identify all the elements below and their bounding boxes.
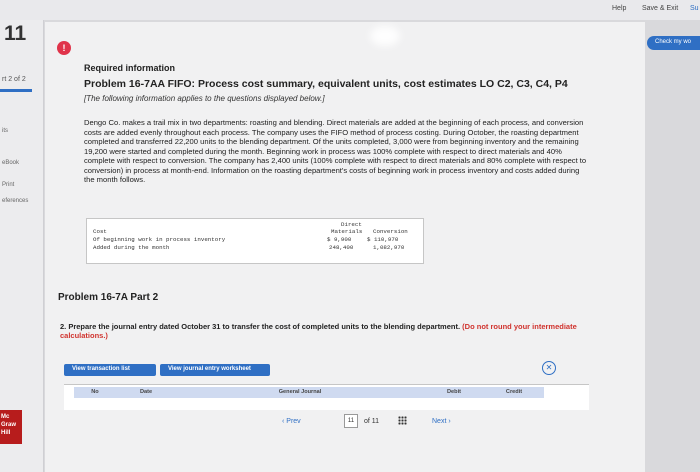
rail-references[interactable]: eferences <box>2 198 28 204</box>
journal-header-debit: Debit <box>424 387 484 398</box>
problem-title: Problem 16-7AA FIFO: Process cost summar… <box>84 78 568 90</box>
check-my-work-button[interactable]: Check my wo <box>647 36 700 50</box>
journal-header-credit: Credit <box>484 387 544 398</box>
cost-table: Cost Direct Materials Conversion Of begi… <box>86 218 424 264</box>
grid-icon[interactable] <box>398 416 407 425</box>
table-cell-conv: $ 110,970 <box>367 236 399 243</box>
next-label: Next <box>432 418 447 425</box>
table-cell-dm: 248,400 <box>329 244 354 251</box>
dm-header-2: Materials <box>331 228 363 235</box>
problem-note: [The following information applies to th… <box>84 94 325 103</box>
submit-link[interactable]: Su <box>690 5 699 12</box>
save-exit-link[interactable]: Save & Exit <box>642 5 678 12</box>
part-title: Problem 16-7A Part 2 <box>58 292 159 303</box>
table-cell-dm: $ 9,900 <box>327 236 352 243</box>
part-progress-bar <box>0 89 32 92</box>
journal-header-date: Date <box>116 387 176 398</box>
next-button[interactable]: Next › <box>432 418 451 425</box>
rail-ebook[interactable]: eBook <box>2 160 19 166</box>
rail-print[interactable]: Print <box>2 182 14 188</box>
instruction-main: 2. Prepare the journal entry dated Octob… <box>60 322 461 331</box>
instruction-text: 2. Prepare the journal entry dated Octob… <box>60 322 600 340</box>
prev-label: Prev <box>286 418 301 425</box>
table-row-label: Added during the month <box>93 244 170 251</box>
help-link[interactable]: Help <box>612 5 626 12</box>
view-journal-worksheet-button[interactable]: View journal entry worksheet <box>160 364 270 376</box>
screen-glare <box>370 26 400 46</box>
top-bar: Help Save & Exit Su <box>0 0 700 20</box>
left-rail <box>0 20 44 472</box>
cost-header: Cost <box>93 228 107 235</box>
table-cell-conv: 1,082,970 <box>373 244 405 251</box>
journal-header-general-journal: General Journal <box>176 387 424 398</box>
problem-body: Dengo Co. makes a trail mix in two depar… <box>84 118 587 184</box>
brand-logo: Mc Graw Hill <box>0 410 22 444</box>
prev-button[interactable]: ‹ Prev <box>282 418 301 425</box>
question-number: 11 <box>4 22 27 45</box>
journal-header-no: No <box>74 387 116 398</box>
rail-points: its <box>2 128 8 134</box>
page-number-box[interactable]: 11 <box>344 414 358 428</box>
conversion-header: Conversion <box>373 228 408 235</box>
alert-icon: ! <box>57 41 71 55</box>
required-info-heading: Required information <box>84 63 176 73</box>
close-icon[interactable]: ✕ <box>542 361 556 375</box>
dm-header-1: Direct <box>341 221 362 228</box>
question-part-indicator: rt 2 of 2 <box>2 76 26 83</box>
view-transaction-list-button[interactable]: View transaction list <box>64 364 156 376</box>
table-row-label: Of beginning work in process inventory <box>93 236 226 243</box>
page-total: of 11 <box>364 418 380 425</box>
